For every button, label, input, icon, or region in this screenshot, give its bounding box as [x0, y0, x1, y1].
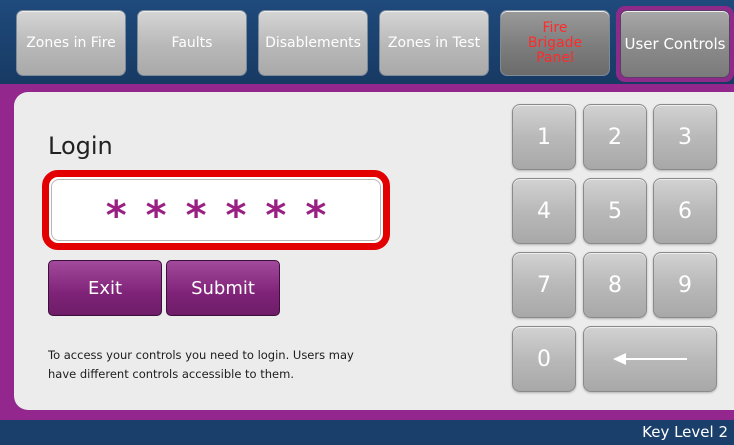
- keypad-key-8[interactable]: 8: [583, 252, 647, 318]
- password-input[interactable]: ******: [51, 179, 381, 241]
- submit-button[interactable]: Submit: [166, 260, 280, 316]
- keypad-key-4[interactable]: 4: [512, 178, 576, 244]
- tab-fire-brigade-panel[interactable]: Fire Brigade Panel: [500, 10, 610, 76]
- keypad-key-1[interactable]: 1: [512, 104, 576, 170]
- keypad-key-9[interactable]: 9: [653, 252, 717, 318]
- login-panel: Login ****** Exit Submit To access your …: [14, 92, 734, 410]
- tab-user-controls[interactable]: User Controls: [620, 10, 730, 78]
- exit-button[interactable]: Exit: [48, 260, 162, 316]
- keypad-key-7[interactable]: 7: [512, 252, 576, 318]
- tab-zones-in-test[interactable]: Zones in Test: [379, 10, 489, 76]
- tab-faults[interactable]: Faults: [137, 10, 247, 76]
- backspace-button[interactable]: [583, 326, 717, 392]
- help-text: To access your controls you need to logi…: [48, 348, 354, 381]
- main-frame: Login ****** Exit Submit To access your …: [0, 84, 734, 420]
- keypad-key-3[interactable]: 3: [653, 104, 717, 170]
- password-field-highlight: ******: [42, 170, 390, 250]
- keypad-key-0[interactable]: 0: [512, 326, 576, 392]
- keypad-key-2[interactable]: 2: [583, 104, 647, 170]
- status-bar: Key Level 2: [0, 420, 734, 445]
- top-nav-bar: Zones in Fire Faults Disablements Zones …: [0, 0, 734, 84]
- keypad-key-6[interactable]: 6: [653, 178, 717, 244]
- password-mask: ******: [105, 193, 346, 239]
- page-title: Login: [48, 132, 113, 160]
- active-tab-highlight: User Controls: [616, 6, 734, 82]
- left-arrow-icon: [613, 353, 687, 365]
- tab-disablements[interactable]: Disablements: [258, 10, 368, 76]
- key-level-indicator: Key Level 2: [642, 423, 728, 441]
- tab-zones-in-fire[interactable]: Zones in Fire: [16, 10, 126, 76]
- keypad-key-5[interactable]: 5: [583, 178, 647, 244]
